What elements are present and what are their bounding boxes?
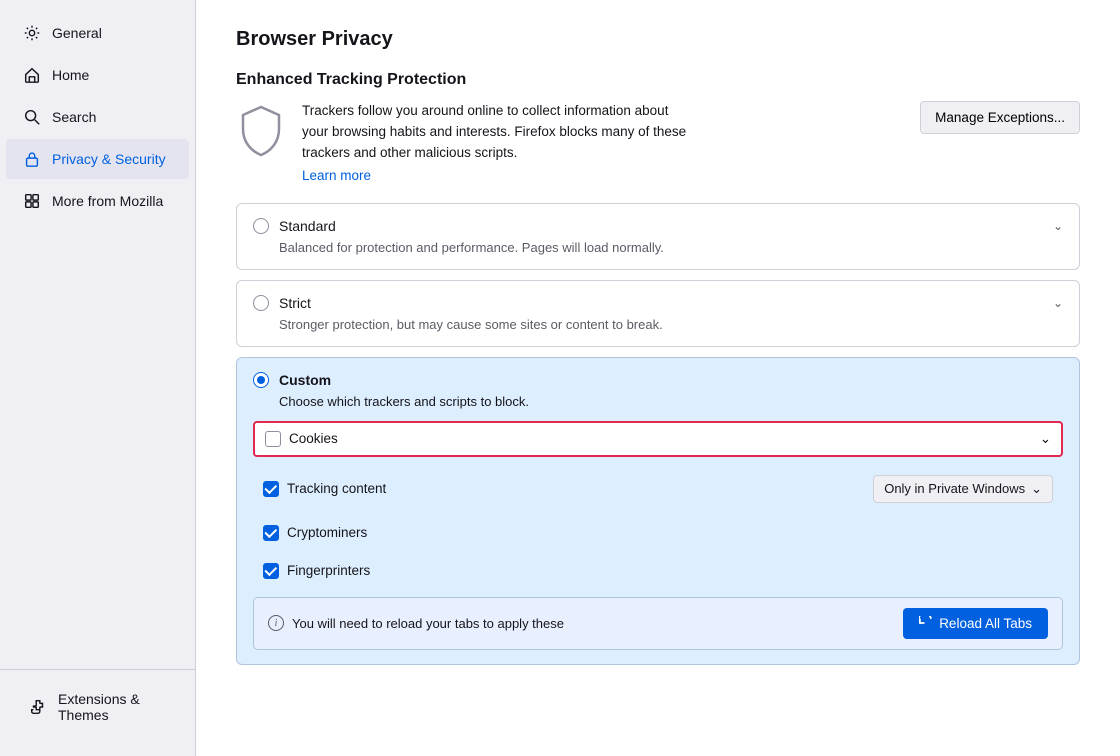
lock-icon — [22, 149, 42, 169]
standard-option-left: Standard — [253, 218, 336, 234]
standard-option-card: Standard ⌄ Balanced for protection and p… — [236, 203, 1080, 270]
etp-left: Trackers follow you around online to col… — [236, 101, 692, 183]
etp-description-row: Trackers follow you around online to col… — [236, 101, 1080, 183]
custom-option-card: Custom Choose which trackers and scripts… — [236, 357, 1080, 665]
sidebar-item-privacy[interactable]: Privacy & Security — [6, 139, 189, 179]
reload-all-tabs-button[interactable]: Reload All Tabs — [903, 608, 1048, 639]
sidebar-item-search[interactable]: Search — [6, 97, 189, 137]
sidebar-item-home[interactable]: Home — [6, 55, 189, 95]
strict-radio[interactable] — [253, 295, 269, 311]
custom-options: Cookies ⌄ Tracking content Only in Priva… — [253, 421, 1063, 650]
mozilla-icon — [22, 191, 42, 211]
sidebar-item-general-label: General — [52, 25, 102, 41]
fingerprinters-row: Fingerprinters — [253, 555, 1063, 587]
cookies-checkbox[interactable] — [265, 431, 281, 447]
etp-text-block: Trackers follow you around online to col… — [302, 101, 692, 183]
sidebar-item-mozilla-label: More from Mozilla — [52, 193, 163, 209]
page-title: Browser Privacy — [236, 28, 1080, 51]
info-icon: i — [268, 615, 284, 631]
tracking-content-label: Tracking content — [287, 481, 386, 496]
strict-option-card: Strict ⌄ Stronger protection, but may ca… — [236, 280, 1080, 347]
standard-radio[interactable] — [253, 218, 269, 234]
cookies-left: Cookies — [265, 431, 338, 447]
cryptominers-label: Cryptominers — [287, 525, 367, 540]
fingerprinters-label: Fingerprinters — [287, 563, 370, 578]
tracking-content-left: Tracking content — [263, 481, 386, 497]
etp-section-title: Enhanced Tracking Protection — [236, 71, 1080, 89]
strict-label: Strict — [279, 295, 311, 311]
tracking-content-chevron-icon: ⌄ — [1031, 481, 1042, 497]
sidebar: General Home Search Privacy & Security — [0, 0, 196, 756]
chevron-down-icon: ⌄ — [1040, 431, 1051, 447]
cookies-row: Cookies ⌄ — [253, 421, 1063, 457]
search-icon — [22, 107, 42, 127]
custom-radio[interactable] — [253, 372, 269, 388]
cryptominers-left: Cryptominers — [263, 525, 367, 541]
sidebar-item-home-label: Home — [52, 67, 89, 83]
standard-chevron-icon: ⌄ — [1053, 219, 1063, 233]
custom-desc: Choose which trackers and scripts to blo… — [253, 394, 1063, 409]
reload-bar-text-row: i You will need to reload your tabs to a… — [268, 615, 564, 631]
standard-desc: Balanced for protection and performance.… — [279, 240, 1063, 255]
reload-bar-text: You will need to reload your tabs to app… — [292, 616, 564, 631]
sidebar-item-extensions[interactable]: Extensions & Themes — [12, 681, 183, 733]
tracking-content-row: Tracking content Only in Private Windows… — [253, 467, 1063, 511]
tracking-content-dropdown[interactable]: Only in Private Windows ⌄ — [873, 475, 1053, 503]
reload-bar: i You will need to reload your tabs to a… — [253, 597, 1063, 650]
strict-desc: Stronger protection, but may cause some … — [279, 317, 1063, 332]
standard-label: Standard — [279, 218, 336, 234]
sidebar-item-mozilla[interactable]: More from Mozilla — [6, 181, 189, 221]
sidebar-item-general[interactable]: General — [6, 13, 189, 53]
sidebar-item-search-label: Search — [52, 109, 96, 125]
fingerprinters-checkbox[interactable] — [263, 563, 279, 579]
fingerprinters-left: Fingerprinters — [263, 563, 370, 579]
learn-more-link[interactable]: Learn more — [302, 168, 371, 183]
home-icon — [22, 65, 42, 85]
cryptominers-checkbox[interactable] — [263, 525, 279, 541]
etp-description: Trackers follow you around online to col… — [302, 101, 692, 164]
shield-icon — [236, 101, 286, 161]
sidebar-item-privacy-label: Privacy & Security — [52, 151, 166, 167]
cryptominers-row: Cryptominers — [253, 517, 1063, 549]
sidebar-item-extensions-label: Extensions & Themes — [58, 691, 167, 723]
custom-label: Custom — [279, 372, 331, 388]
strict-option-header: Strict ⌄ — [253, 295, 1063, 311]
tracking-content-checkbox[interactable] — [263, 481, 279, 497]
tracking-content-dropdown-label: Only in Private Windows — [884, 481, 1025, 496]
cookies-dropdown[interactable]: ⌄ — [1040, 431, 1051, 447]
custom-option-header: Custom — [253, 372, 1063, 388]
reload-btn-label: Reload All Tabs — [939, 616, 1032, 631]
manage-exceptions-button[interactable]: Manage Exceptions... — [920, 101, 1080, 134]
main-content: Browser Privacy Enhanced Tracking Protec… — [196, 0, 1120, 756]
reload-icon — [919, 616, 933, 630]
puzzle-icon — [28, 697, 48, 717]
strict-option-left: Strict — [253, 295, 311, 311]
cookies-label: Cookies — [289, 431, 338, 446]
strict-chevron-icon: ⌄ — [1053, 296, 1063, 310]
standard-option-header: Standard ⌄ — [253, 218, 1063, 234]
gear-icon — [22, 23, 42, 43]
